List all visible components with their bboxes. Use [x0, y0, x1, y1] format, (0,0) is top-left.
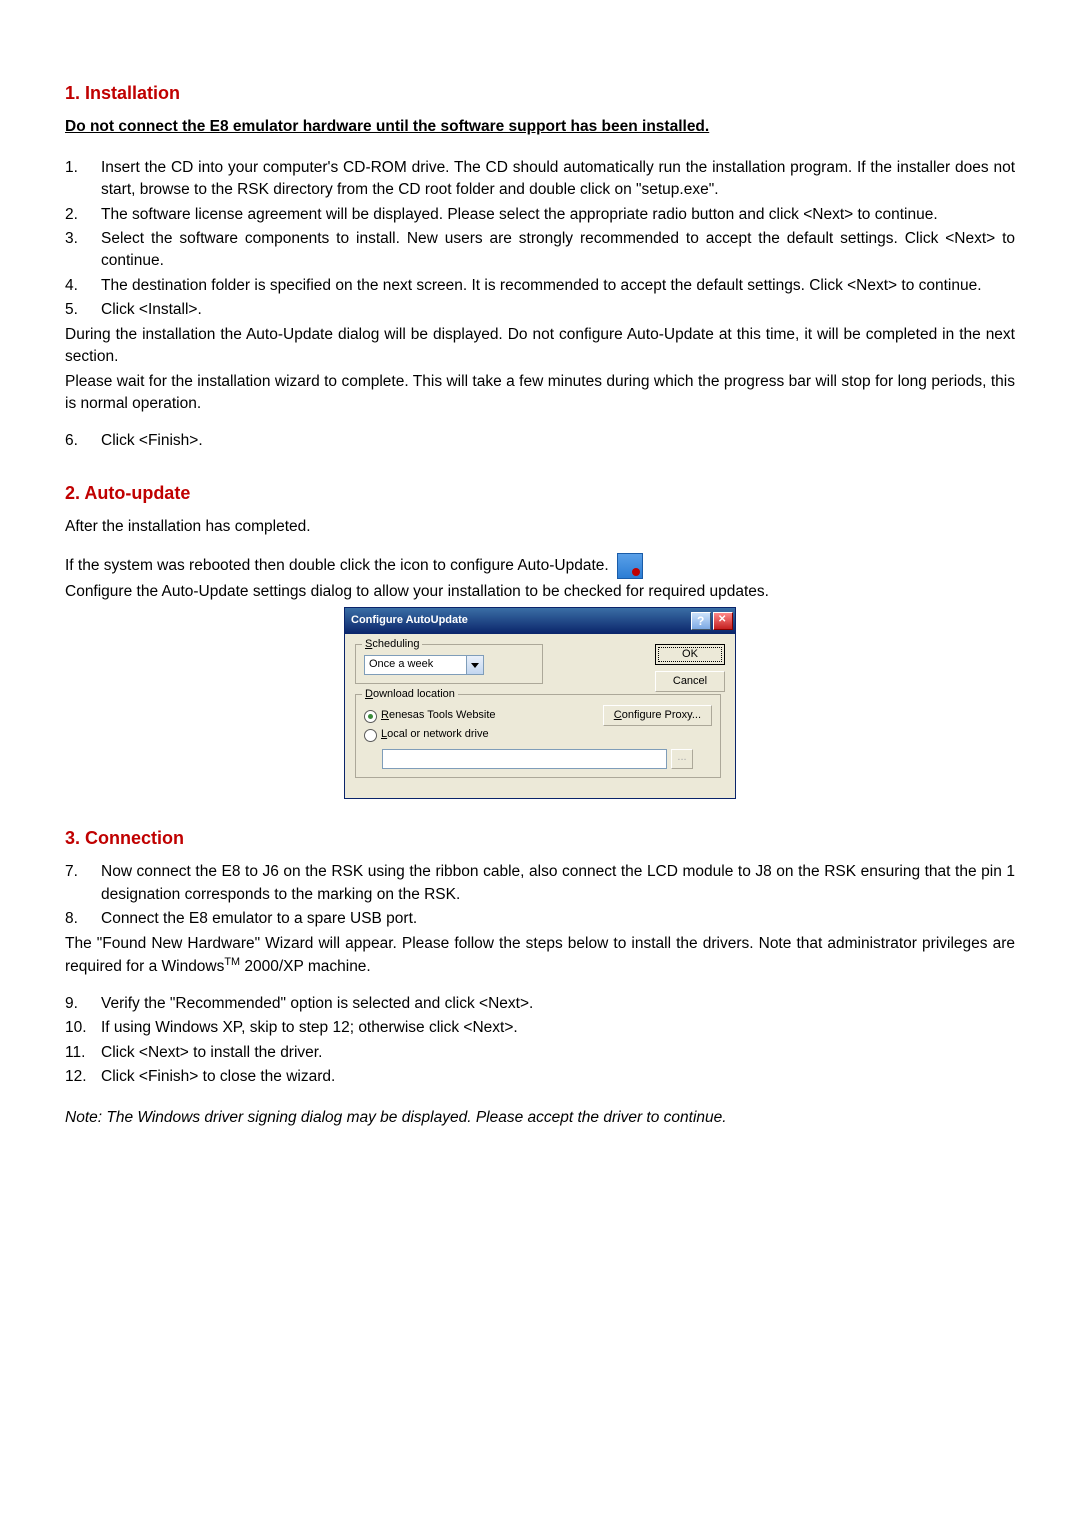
step-number: 4.: [65, 275, 101, 297]
step-text: The software license agreement will be d…: [101, 204, 1015, 226]
step-number: 12.: [65, 1066, 101, 1088]
step-number: 10.: [65, 1017, 101, 1039]
close-button[interactable]: [713, 612, 733, 630]
section-3-heading: 3. Connection: [65, 825, 1015, 851]
step-text: Click <Finish> to close the wizard.: [101, 1066, 1015, 1088]
install-step-5: 5.Click <Install>.: [65, 299, 1015, 321]
dropdown-value: Once a week: [365, 657, 466, 673]
warning-text: Do not connect the E8 emulator hardware …: [65, 116, 1015, 138]
path-input[interactable]: [382, 749, 667, 769]
paragraph-text: The "Found New Hardware" Wizard will app…: [65, 935, 1015, 976]
radio-icon[interactable]: [364, 729, 377, 742]
accel-letter: C: [614, 709, 622, 721]
button-label-rest: onfigure Proxy...: [622, 709, 701, 721]
paragraph: During the installation the Auto-Update …: [65, 324, 1015, 369]
radio-icon[interactable]: [364, 710, 377, 723]
step-number: 7.: [65, 861, 101, 906]
configure-proxy-button[interactable]: Configure Proxy...: [603, 705, 712, 726]
autoupdate-desktop-icon: [617, 553, 643, 579]
step-text: Click <Finish>.: [101, 430, 1015, 452]
section-1-heading: 1. Installation: [65, 80, 1015, 106]
ok-button[interactable]: OK: [655, 644, 725, 665]
chevron-down-icon[interactable]: [466, 656, 483, 674]
step-number: 8.: [65, 908, 101, 930]
step-text: Now connect the E8 to J6 on the RSK usin…: [101, 861, 1015, 906]
section-2-heading: 2. Auto-update: [65, 480, 1015, 506]
step-number: 2.: [65, 204, 101, 226]
trademark-symbol: TM: [224, 956, 240, 968]
connection-step-7: 7.Now connect the E8 to J6 on the RSK us…: [65, 861, 1015, 906]
step-number: 3.: [65, 228, 101, 273]
step-text: Insert the CD into your computer's CD-RO…: [101, 157, 1015, 202]
schedule-dropdown[interactable]: Once a week: [364, 655, 484, 675]
paragraph: If the system was rebooted then double c…: [65, 553, 1015, 579]
browse-button[interactable]: ...: [671, 749, 693, 769]
radio-renesas-website[interactable]: Renesas Tools Website: [364, 708, 496, 724]
radio-label: ocal or network drive: [387, 727, 489, 743]
label-rest: cheduling: [372, 638, 419, 650]
install-step-3: 3.Select the software components to inst…: [65, 228, 1015, 273]
paragraph-text: If the system was rebooted then double c…: [65, 557, 609, 574]
step-number: 5.: [65, 299, 101, 321]
install-step-4: 4.The destination folder is specified on…: [65, 275, 1015, 297]
accel-letter: D: [365, 688, 373, 700]
step-text: Verify the "Recommended" option is selec…: [101, 993, 1015, 1015]
step-number: 11.: [65, 1042, 101, 1064]
dialog-title: Configure AutoUpdate: [351, 613, 468, 629]
install-step-2: 2.The software license agreement will be…: [65, 204, 1015, 226]
paragraph-text: 2000/XP machine.: [240, 958, 371, 975]
step-text: Connect the E8 emulator to a spare USB p…: [101, 908, 1015, 930]
step-number: 6.: [65, 430, 101, 452]
step-text: Click <Next> to install the driver.: [101, 1042, 1015, 1064]
dialog-titlebar: Configure AutoUpdate: [345, 608, 735, 634]
paragraph: The "Found New Hardware" Wizard will app…: [65, 933, 1015, 979]
radio-local-drive[interactable]: Local or network drive: [364, 727, 496, 743]
paragraph: Configure the Auto-Update settings dialo…: [65, 581, 1015, 603]
install-step-1: 1.Insert the CD into your computer's CD-…: [65, 157, 1015, 202]
connection-step-12: 12.Click <Finish> to close the wizard.: [65, 1066, 1015, 1088]
note-text: Note: The Windows driver signing dialog …: [65, 1107, 1015, 1129]
connection-step-10: 10.If using Windows XP, skip to step 12;…: [65, 1017, 1015, 1039]
step-text: Select the software components to instal…: [101, 228, 1015, 273]
step-number: 1.: [65, 157, 101, 202]
connection-step-11: 11.Click <Next> to install the driver.: [65, 1042, 1015, 1064]
download-location-group-label: Download location: [362, 687, 458, 703]
step-text: If using Windows XP, skip to step 12; ot…: [101, 1017, 1015, 1039]
step-text: The destination folder is specified on t…: [101, 275, 1015, 297]
cancel-button[interactable]: Cancel: [655, 671, 725, 692]
radio-label: enesas Tools Website: [389, 708, 496, 724]
configure-autoupdate-dialog: Configure AutoUpdate OK Cancel Schedulin…: [344, 607, 736, 799]
help-button[interactable]: [691, 612, 711, 630]
connection-step-9: 9.Verify the "Recommended" option is sel…: [65, 993, 1015, 1015]
step-text: Click <Install>.: [101, 299, 1015, 321]
paragraph: Please wait for the installation wizard …: [65, 371, 1015, 416]
accel-letter: R: [381, 708, 389, 724]
paragraph: After the installation has completed.: [65, 516, 1015, 538]
scheduling-group-label: Scheduling: [362, 637, 422, 653]
install-step-6: 6.Click <Finish>.: [65, 430, 1015, 452]
step-number: 9.: [65, 993, 101, 1015]
label-rest: ownload location: [373, 688, 455, 700]
connection-step-8: 8.Connect the E8 emulator to a spare USB…: [65, 908, 1015, 930]
